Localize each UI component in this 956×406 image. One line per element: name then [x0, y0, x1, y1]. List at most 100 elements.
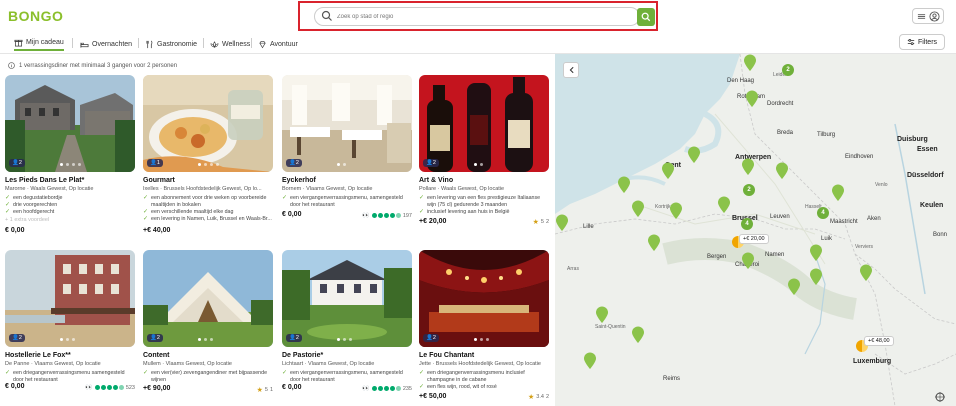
star-rating[interactable]: ★ 5 2 — [533, 218, 549, 226]
map-pin[interactable] — [661, 162, 675, 180]
feature-item: een abonnement voor drie weken op voorbe… — [143, 195, 273, 208]
carousel-dots[interactable] — [60, 163, 81, 166]
listing-title[interactable]: Hostellerie Le Fox** — [5, 352, 71, 359]
search-icon — [641, 12, 651, 22]
listing-photo[interactable] — [5, 250, 135, 347]
map-pin[interactable] — [741, 252, 755, 270]
listing-title[interactable]: Gourmart — [143, 177, 175, 184]
map-pin[interactable] — [631, 200, 645, 218]
fullscreen-icon[interactable] — [935, 392, 945, 402]
tab-avontuur[interactable]: Avontuur — [258, 37, 298, 51]
listing-location: De Panne · Vlaams Gewest, Op locatie — [5, 361, 101, 367]
divider — [138, 38, 139, 48]
carousel-dots[interactable] — [337, 338, 352, 341]
map-pin[interactable] — [717, 196, 731, 214]
listing-photo[interactable] — [419, 75, 549, 172]
map-pin[interactable] — [647, 234, 661, 252]
feature-item: een viergangenverrassingsmenu, samengest… — [282, 370, 412, 383]
guest-count-badge: 👤2 — [423, 159, 439, 167]
tripadvisor-icon: 👀 — [85, 385, 93, 391]
info-text: 1 verrassingsdiner met minimaal 3 gangen… — [19, 62, 178, 69]
map-pin[interactable] — [617, 176, 631, 194]
carousel-dots[interactable] — [474, 163, 483, 166]
rating-count: 1 — [269, 387, 273, 393]
map-pin[interactable] — [631, 326, 645, 344]
tab-overnachten[interactable]: Overnachten — [80, 37, 132, 51]
feature-item: een driegangenverrassingsmenu samengeste… — [5, 370, 135, 383]
tab-mijn-cadeau[interactable]: Mijn cadeau — [14, 37, 64, 51]
tripadvisor-rating[interactable]: 👀 523 — [85, 384, 135, 392]
listing-title[interactable]: Les Pieds Dans Le Plat* — [5, 177, 84, 184]
city-label: Aken — [867, 216, 881, 222]
search-box[interactable] — [314, 7, 640, 26]
map-pin[interactable] — [809, 268, 823, 286]
listing-title[interactable]: De Pastorie* — [282, 352, 323, 359]
map-pin[interactable] — [669, 202, 683, 220]
map-pin[interactable] — [743, 54, 757, 72]
listing-title[interactable]: Content — [143, 352, 169, 359]
search-button[interactable] — [637, 8, 655, 26]
map-cluster[interactable]: 2 — [782, 64, 794, 76]
map-cluster[interactable]: 4 — [741, 218, 753, 230]
feature-item: een fles wijn, rood, wit of rosé — [419, 384, 549, 391]
rating-bubbles — [94, 385, 124, 390]
map-pin[interactable] — [555, 214, 569, 232]
map-price-tag[interactable]: +€ 20,00 — [739, 234, 769, 244]
listing-title[interactable]: Eyckerhof — [282, 177, 316, 184]
guest-count-badge: 👤2 — [286, 159, 302, 167]
filters-button[interactable]: Filters — [899, 34, 945, 50]
map-pin[interactable] — [583, 352, 597, 370]
city-label: Verviers — [855, 244, 874, 250]
tab-gastronomie[interactable]: Gastronomie — [145, 37, 197, 51]
map-cluster[interactable]: 2 — [743, 184, 755, 196]
map-pin[interactable] — [595, 306, 609, 324]
map-pin[interactable] — [809, 244, 823, 262]
map-pin[interactable] — [859, 264, 873, 282]
listing-photo[interactable] — [143, 75, 273, 172]
map-pin[interactable] — [741, 158, 755, 176]
carousel-dots[interactable] — [60, 338, 75, 341]
listing-photo[interactable] — [282, 250, 412, 347]
star-rating[interactable]: ★ 5 1 — [257, 386, 273, 394]
tripadvisor-rating[interactable]: 👀 235 — [362, 385, 412, 393]
divider — [72, 38, 73, 48]
listing-price: € 0,00 — [282, 211, 302, 218]
listing-location: Mullem · Vlaams Gewest, Op locatie — [143, 361, 232, 367]
city-label: Eindhoven — [845, 154, 874, 160]
carousel-dots[interactable] — [337, 163, 346, 166]
map-pin[interactable] — [687, 146, 701, 164]
star-rating[interactable]: ★ 3.4 2 — [528, 393, 549, 401]
listing-photo[interactable] — [143, 250, 273, 347]
results-map[interactable]: Den Haag Rotterdam Dordrecht Breda Tilbu… — [555, 54, 956, 406]
collapse-map-button[interactable] — [563, 62, 579, 78]
listing-price: € 0,00 — [5, 383, 25, 390]
badge-value: 2 — [295, 335, 299, 341]
map-pin[interactable] — [745, 90, 759, 108]
account-menu-button[interactable] — [912, 8, 944, 24]
sliders-icon — [907, 39, 915, 45]
chevron-left-icon — [569, 66, 574, 74]
carousel-dots[interactable] — [198, 338, 213, 341]
listing-title[interactable]: Le Fou Chantant — [419, 352, 474, 359]
search-input[interactable] — [337, 10, 617, 23]
logo[interactable]: BONGO — [8, 8, 63, 24]
tripadvisor-rating[interactable]: 👀 197 — [362, 212, 412, 220]
city-label: Den Haag — [727, 78, 755, 84]
carousel-dots[interactable] — [474, 338, 489, 341]
guest-count-badge: 👤1 — [147, 159, 163, 167]
listing-photo[interactable] — [282, 75, 412, 172]
map-pin[interactable] — [775, 162, 789, 180]
listing-photo[interactable] — [5, 75, 135, 172]
map-cluster[interactable]: 4 — [817, 207, 829, 219]
city-label: Venlo — [875, 182, 888, 188]
carousel-dots[interactable] — [198, 163, 219, 166]
tab-wellness[interactable]: Wellness — [210, 37, 250, 51]
tripadvisor-icon: 👀 — [362, 386, 370, 392]
listing-title[interactable]: Art & Vino — [419, 177, 453, 184]
map-pin[interactable] — [787, 278, 801, 296]
map-price-tag[interactable]: +€ 48,00 — [864, 336, 894, 346]
voucher-info: 1 verrassingsdiner met minimaal 3 gangen… — [8, 62, 177, 69]
listing-photo[interactable] — [419, 250, 549, 347]
map-pin[interactable] — [831, 184, 845, 202]
listing-price: +€ 20,00 — [419, 218, 447, 225]
